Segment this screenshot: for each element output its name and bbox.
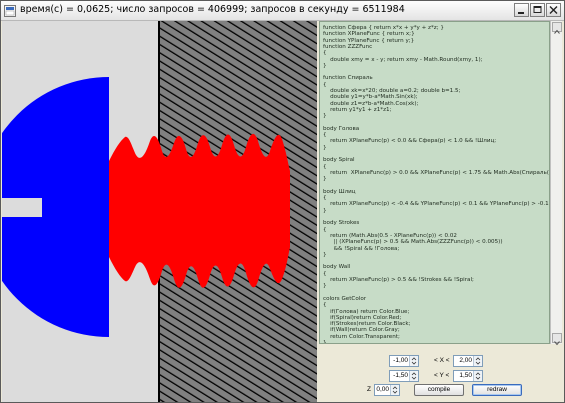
code-line: return XPlaneFunc(p) > 0.5 && !Strokes &… — [323, 277, 474, 283]
x-range-label: < X < — [434, 357, 450, 364]
code-line: function XPlaneFunc { return x;} — [323, 31, 415, 38]
code-line: if(Strokes)return Color.Black; — [323, 321, 411, 328]
code-line: if(Голова) return Color.Blue; — [323, 308, 410, 315]
code-line: double y1=y*b-a*Math.Sin(xk); — [323, 94, 418, 101]
code-line: function Сфера { return x*x + y*y + z*z;… — [323, 25, 444, 31]
window-title: время(с) = 0,0625; число запросов = 4069… — [20, 4, 405, 15]
code-line: if(Spiral)return Color.Red; — [323, 314, 402, 321]
code-line: body Strokes — [323, 220, 360, 227]
title-bar[interactable]: время(с) = 0,0625; число запросов = 4069… — [1, 1, 564, 21]
editor-scrollbar[interactable] — [550, 21, 562, 346]
minimize-button[interactable] — [514, 3, 529, 17]
code-line: body Голова — [323, 125, 360, 132]
spinner-arrows-icon — [475, 372, 481, 380]
redraw-button[interactable]: redraw — [472, 384, 522, 396]
code-line: || (XPlaneFunc(p) > 0.5 && Math.Abs(ZZZF… — [323, 239, 503, 246]
code-line: && !Spiral && !Голова; — [323, 245, 400, 252]
y-min-spinner[interactable] — [409, 371, 418, 381]
code-line: } — [323, 283, 327, 290]
code-line: return XPlaneFunc(p) > 0.0 && XPlaneFunc… — [330, 169, 549, 176]
code-line: { — [323, 132, 327, 139]
x-min-value: -1,00 — [393, 357, 408, 364]
code-line: } — [323, 251, 327, 258]
render-view — [2, 21, 317, 402]
code-line: return (Math.Abs(0.5 - XPlaneFunc(p)) < … — [323, 232, 457, 239]
code-line: { — [323, 195, 327, 202]
code-line: return y1*y1 + z1*z1; — [323, 106, 392, 113]
maximize-icon — [533, 6, 542, 13]
close-icon — [549, 6, 558, 14]
code-line: body Wall — [323, 264, 351, 271]
z-value: 0,00 — [376, 386, 389, 393]
x-min-spinner[interactable] — [409, 356, 418, 366]
code-line: { — [323, 81, 327, 88]
x-min-input[interactable]: -1,00 — [389, 355, 419, 367]
screw-slot — [2, 198, 42, 217]
compile-button[interactable]: compile — [414, 384, 464, 396]
maximize-button[interactable] — [530, 3, 545, 17]
close-button[interactable] — [546, 3, 561, 17]
spinner-arrows-icon — [411, 357, 417, 365]
code-line: } — [323, 144, 327, 151]
code-line: } — [323, 113, 327, 120]
code-line: { — [323, 270, 327, 277]
z-input[interactable]: 0,00 — [374, 384, 400, 396]
render-canvas[interactable] — [2, 21, 317, 402]
y-max-value: 1,50 — [459, 372, 472, 379]
minimize-icon — [518, 12, 524, 14]
screw-spiral — [109, 133, 290, 288]
code-line: function Спираль — [323, 75, 373, 82]
code-line: return XPlaneFunc(p) < 0.0 && Сфера(p) <… — [323, 138, 497, 145]
code-line: } — [323, 207, 327, 214]
code-line: body Шлиц — [323, 188, 356, 195]
code-line: { — [323, 226, 327, 233]
code-line: { — [323, 163, 327, 170]
code-line: colors GetColor — [323, 295, 367, 302]
main-window: время(с) = 0,0625; число запросов = 4069… — [0, 0, 565, 403]
y-max-spinner[interactable] — [473, 371, 482, 381]
code-line: } — [323, 340, 327, 344]
code-line: double xk=x*20; double a=0.2; double b=1… — [323, 88, 461, 94]
spinner-arrows-icon — [475, 357, 481, 365]
x-max-input[interactable]: 2,00 — [453, 355, 483, 367]
code-line: function YPlaneFunc { return y;} — [323, 37, 415, 44]
z-label: Z — [367, 386, 371, 393]
chevron-up-icon — [554, 29, 560, 34]
code-line: { — [323, 50, 327, 57]
scroll-down-button[interactable] — [552, 333, 562, 346]
code-line: return Color.Transparent; — [323, 333, 400, 340]
code-line: function ZZZFunc — [323, 43, 373, 50]
code-editor[interactable]: function Сфера { return x*x + y*y + z*z;… — [319, 21, 550, 344]
x-max-value: 2,00 — [459, 357, 472, 364]
app-icon — [4, 4, 16, 17]
y-min-input[interactable]: -1,50 — [389, 370, 419, 382]
parameter-panel: -1,00 < X < 2,00 -1,50 < Y < 1,50 Z 0,00… — [319, 346, 564, 402]
z-spinner[interactable] — [390, 385, 399, 395]
y-min-value: -1,50 — [393, 372, 408, 379]
code-line: } — [323, 176, 327, 183]
y-range-label: < Y < — [434, 372, 450, 379]
spinner-arrows-icon — [392, 386, 398, 394]
code-line: double z1=z*b-a*Math.Cos(xk); — [323, 100, 419, 107]
code-line: if(Wall)return Color.Gray; — [323, 327, 400, 334]
code-line: } — [323, 62, 327, 69]
code-line: body Spiral — [323, 157, 355, 164]
code-line: double xmy = x - y; return xmy - Math.Ro… — [323, 56, 483, 63]
code-line: { — [323, 302, 327, 309]
code-line: return XPlaneFunc(p) < -0.4 && YPlaneFun… — [323, 201, 550, 208]
scroll-up-button[interactable] — [552, 22, 562, 34]
spinner-arrows-icon — [411, 372, 417, 380]
x-max-spinner[interactable] — [473, 356, 482, 366]
y-max-input[interactable]: 1,50 — [453, 370, 483, 382]
